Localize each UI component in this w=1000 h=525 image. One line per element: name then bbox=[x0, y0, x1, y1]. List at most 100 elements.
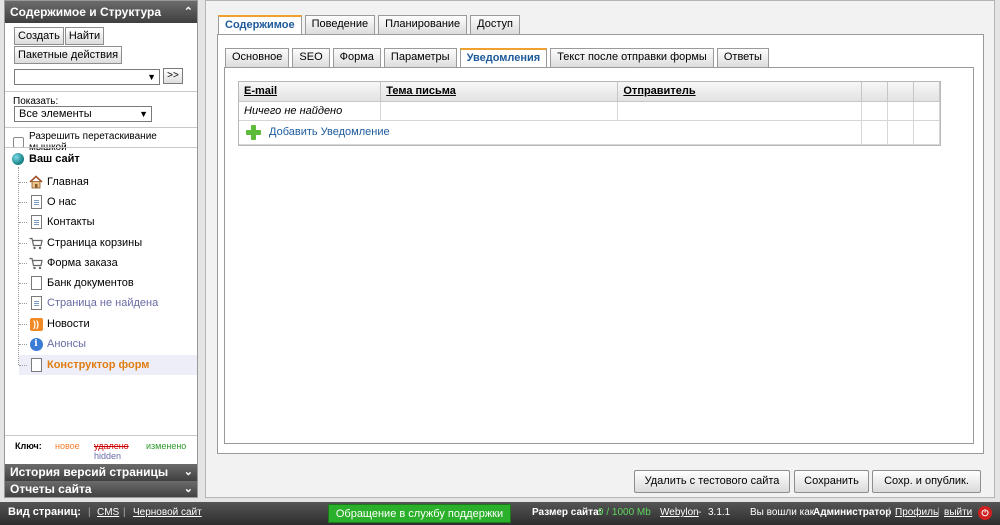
tree-item-not-found[interactable]: Страница не найдена bbox=[19, 293, 197, 313]
globe-icon bbox=[12, 153, 24, 165]
tree-item-order-form[interactable]: Форма заказа bbox=[19, 253, 197, 273]
table-header-row: E-mail Тема письма Отправитель bbox=[239, 82, 941, 102]
cart-icon bbox=[29, 256, 43, 270]
tree-item-label: Главная bbox=[47, 176, 89, 188]
tab-behavior[interactable]: Поведение bbox=[304, 15, 376, 34]
collapse-icon[interactable]: ⌃ bbox=[184, 1, 193, 23]
top-tabs: Содержимое Поведение Планирование Доступ bbox=[218, 15, 523, 35]
tree-item-contacts[interactable]: Контакты bbox=[19, 212, 197, 232]
tree-item-announcements[interactable]: i Анонсы bbox=[19, 334, 197, 354]
column-subject[interactable]: Тема письма bbox=[380, 82, 619, 102]
support-button[interactable]: Обращение в службу поддержки bbox=[328, 504, 511, 523]
tab-access[interactable]: Доступ bbox=[470, 15, 520, 34]
tab-notifications[interactable]: Уведомления bbox=[459, 48, 548, 68]
tree-item-label: О нас bbox=[47, 196, 77, 208]
tree-item-news[interactable]: )) Новости bbox=[19, 314, 197, 334]
home-icon bbox=[29, 175, 43, 189]
add-notification-label: Добавить Уведомление bbox=[269, 126, 390, 138]
tab-parameters[interactable]: Параметры bbox=[383, 48, 457, 67]
legend-changed: изменено bbox=[146, 441, 187, 451]
column-action bbox=[861, 82, 888, 102]
column-action bbox=[887, 82, 914, 102]
column-sender[interactable]: Отправитель bbox=[617, 82, 862, 102]
delete-from-draft-button[interactable]: Удалить с тестового сайта bbox=[634, 470, 790, 493]
tab-seo[interactable]: SEO bbox=[292, 48, 330, 67]
tab-scheduling[interactable]: Планирование bbox=[378, 15, 468, 34]
tree-item-form-builder[interactable]: Конструктор форм bbox=[19, 355, 197, 375]
dropdown-arrow-icon: ▼ bbox=[147, 72, 156, 82]
sidebar-header[interactable]: Содержимое и Структура сайта ⌃ bbox=[5, 1, 197, 41]
tree-item-label: Анонсы bbox=[47, 338, 87, 350]
notifications-panel: E-mail Тема письма Отправитель Ничего не… bbox=[224, 67, 974, 444]
expand-icon[interactable]: ⌄ bbox=[184, 481, 193, 497]
blank-page-icon bbox=[29, 276, 43, 290]
tab-main[interactable]: Основное bbox=[225, 48, 290, 67]
find-button[interactable]: Найти bbox=[64, 27, 105, 45]
cms-link[interactable]: CMS bbox=[97, 507, 119, 518]
empty-message: Ничего не найдено bbox=[239, 101, 382, 121]
tree-root-label: Ваш сайт bbox=[29, 153, 80, 165]
tree-item-cart[interactable]: Страница корзины bbox=[19, 233, 197, 253]
tree-root[interactable]: Ваш сайт bbox=[12, 153, 80, 165]
show-filter-select[interactable]: Все элементы ▼ bbox=[14, 106, 152, 122]
info-icon: i bbox=[29, 337, 43, 351]
rss-icon: )) bbox=[29, 317, 43, 331]
save-button[interactable]: Сохранить bbox=[794, 470, 869, 493]
user-name: Администратор bbox=[813, 507, 892, 518]
document-icon bbox=[29, 215, 43, 229]
save-publish-button[interactable]: Сохр. и опублик. bbox=[872, 470, 981, 493]
add-notification-link[interactable]: Добавить Уведомление bbox=[244, 124, 861, 140]
site-select[interactable]: ▼ bbox=[14, 69, 160, 85]
brand-link[interactable]: Webylon bbox=[660, 507, 699, 518]
tree-item-label: Страница не найдена bbox=[47, 297, 159, 309]
tree-item-label: Контакты bbox=[47, 216, 95, 228]
history-panel-header[interactable]: История версий страницы ⌄ bbox=[5, 464, 197, 481]
tab-content[interactable]: Содержимое bbox=[218, 15, 302, 35]
create-button[interactable]: Создать bbox=[14, 27, 64, 45]
dropdown-arrow-icon: ▼ bbox=[139, 109, 148, 119]
notifications-table: E-mail Тема письма Отправитель Ничего не… bbox=[238, 81, 941, 146]
divider bbox=[5, 127, 197, 128]
tab-responses[interactable]: Ответы bbox=[716, 48, 769, 67]
legend-key: Ключ: bbox=[15, 441, 42, 451]
batch-actions-button[interactable]: Пакетные действия bbox=[14, 46, 123, 64]
logged-in-label: Вы вошли как bbox=[750, 507, 815, 518]
plus-icon bbox=[246, 124, 261, 140]
go-button[interactable]: >> bbox=[163, 68, 183, 84]
status-legend: Ключ: новое удалено изменено hidden bbox=[5, 435, 197, 461]
site-size-label: Размер сайта: bbox=[532, 507, 602, 518]
divider bbox=[5, 91, 197, 92]
draft-site-link[interactable]: Черновой сайт bbox=[133, 507, 202, 518]
tree-item-label: Конструктор форм bbox=[47, 359, 150, 371]
site-size-value: 9 / 1000 Mb bbox=[598, 507, 651, 518]
drag-checkbox[interactable] bbox=[13, 136, 24, 148]
tree-item-about[interactable]: О нас bbox=[19, 192, 197, 212]
reports-panel-header[interactable]: Отчеты сайта ⌄ bbox=[5, 481, 197, 497]
show-filter-value: Все элементы bbox=[19, 108, 92, 120]
sub-tabs: Основное SEO Форма Параметры Уведомления… bbox=[225, 48, 772, 68]
tab-after-submit-text[interactable]: Текст после отправки формы bbox=[550, 48, 714, 67]
logout-link[interactable]: выйти bbox=[944, 507, 972, 518]
drag-toggle[interactable]: Разрешить перетаскивание мышкой bbox=[13, 131, 197, 153]
status-bar: Вид страниц: | CMS | Черновой сайт Обращ… bbox=[0, 502, 1000, 525]
expand-icon[interactable]: ⌄ bbox=[184, 464, 193, 481]
tree-item-label: Новости bbox=[47, 318, 90, 330]
legend-new: новое bbox=[55, 441, 80, 451]
tree-item-label: Страница корзины bbox=[47, 237, 143, 249]
table-row: Ничего не найдено bbox=[239, 101, 941, 121]
tab-form[interactable]: Форма bbox=[332, 48, 381, 67]
reports-label: Отчеты сайта bbox=[10, 482, 92, 496]
tree-item-home[interactable]: Главная bbox=[19, 172, 197, 192]
document-icon bbox=[29, 195, 43, 209]
tree-item-label: Банк документов bbox=[47, 277, 134, 289]
column-action bbox=[913, 82, 941, 102]
tree-item-documents[interactable]: Банк документов bbox=[19, 273, 197, 293]
history-label: История версий страницы bbox=[10, 465, 169, 479]
power-icon[interactable]: ⏻ bbox=[978, 506, 992, 520]
column-email[interactable]: E-mail bbox=[239, 82, 382, 102]
tree-item-label: Форма заказа bbox=[47, 257, 118, 269]
legend-hidden: hidden bbox=[94, 451, 122, 461]
profile-link[interactable]: Профиль bbox=[895, 507, 938, 518]
sidebar: Содержимое и Структура сайта ⌃ СоздатьНа… bbox=[4, 0, 198, 498]
content-panel: Основное SEO Форма Параметры Уведомления… bbox=[217, 34, 984, 454]
